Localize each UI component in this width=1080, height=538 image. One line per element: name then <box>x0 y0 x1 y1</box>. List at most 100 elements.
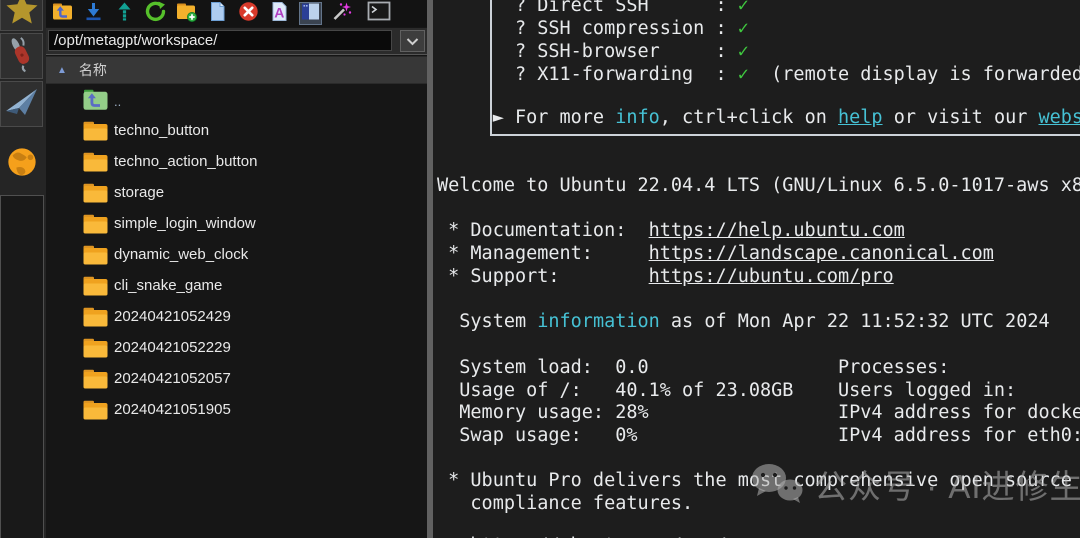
file-row-parent-dir[interactable]: .. <box>46 85 427 116</box>
terminal-line: ? X11-forwarding : ✓ (remote display is … <box>437 63 1080 86</box>
new-file-icon <box>207 1 228 27</box>
rename-button[interactable]: A <box>269 3 290 24</box>
upload-button[interactable] <box>114 3 135 24</box>
open-terminal-button[interactable] <box>368 3 389 24</box>
terminal-text: Welcome to Ubuntu 22.04.4 LTS (GNU/Linux… <box>437 175 1080 196</box>
terminal-text: ✓ <box>738 0 749 16</box>
file-list-header-name[interactable]: ▲ 名称 <box>46 56 427 84</box>
file-row[interactable]: 20240421052229 <box>46 333 427 364</box>
new-folder-button[interactable] <box>176 3 197 24</box>
delete-button[interactable] <box>238 3 259 24</box>
watermark: 公众号 · AI进修生 <box>749 460 1080 508</box>
globe-icon <box>6 146 38 183</box>
rename-icon: A <box>269 1 290 27</box>
terminal-link[interactable]: website <box>1039 107 1080 128</box>
refresh-button[interactable] <box>145 3 166 24</box>
terminal-text: Memory usage: 28% IPv4 address for docke… <box>437 402 1080 423</box>
file-row[interactable]: cli_snake_game <box>46 271 427 302</box>
terminal-link[interactable]: https://landscape.canonical.com <box>649 243 994 264</box>
terminal-text: ✓ <box>738 41 749 62</box>
path-bar <box>46 28 427 55</box>
terminal-text: Swap usage: 0% IPv4 address for eth0: <box>437 425 1080 446</box>
terminal-text: or visit our <box>883 107 1039 128</box>
terminal-link[interactable]: https://help.ubuntu.com <box>649 220 905 241</box>
file-row[interactable]: 20240421052429 <box>46 302 427 333</box>
sidebar-button-favorites[interactable] <box>0 0 43 31</box>
path-input[interactable] <box>48 30 392 51</box>
terminal-line: https://ubuntu.com/aws/pro <box>437 534 760 538</box>
file-name: 20240421052057 <box>114 370 231 387</box>
terminal-text: ► For more <box>437 107 615 128</box>
terminal-text: ? SSH compression : <box>437 18 738 39</box>
go-to-parent-folder-button[interactable] <box>52 3 73 24</box>
file-name: 20240421052429 <box>114 308 231 325</box>
wand-button[interactable] <box>331 3 352 24</box>
file-row[interactable]: simple_login_window <box>46 209 427 240</box>
star-icon <box>5 0 39 30</box>
terminal-line: System information as of Mon Apr 22 11:5… <box>437 310 1050 333</box>
file-name: techno_button <box>114 122 209 139</box>
paper-plane-icon <box>4 86 40 123</box>
file-name: dynamic_web_clock <box>114 246 248 263</box>
download-button[interactable] <box>83 3 104 24</box>
terminal-text: ? Direct SSH : <box>437 0 738 16</box>
terminal[interactable]: ? Direct SSH : ✓ ? SSH compression : ✓ ?… <box>433 0 1080 538</box>
folder-icon <box>82 398 109 422</box>
sort-ascending-icon: ▲ <box>57 65 67 76</box>
column-header-label: 名称 <box>79 60 107 80</box>
terminal-text: compliance features. <box>437 493 693 514</box>
split-view-button[interactable] <box>300 3 321 24</box>
folder-icon <box>82 212 109 236</box>
split-view-icon <box>300 1 321 27</box>
svg-text:A: A <box>274 4 284 20</box>
terminal-line: Swap usage: 0% IPv4 address for eth0: <box>437 424 1080 447</box>
terminal-text: , ctrl+click on <box>660 107 838 128</box>
file-row[interactable]: 20240421051905 <box>46 395 427 426</box>
file-row[interactable]: techno_action_button <box>46 147 427 178</box>
parent-folder-icon <box>82 88 109 112</box>
terminal-line: * Management: https://landscape.canonica… <box>437 242 994 265</box>
folder-icon <box>82 243 109 267</box>
path-dropdown-button[interactable] <box>400 30 425 52</box>
delete-icon <box>238 1 259 27</box>
file-name: storage <box>114 184 164 201</box>
terminal-line: ? Direct SSH : ✓ <box>437 0 749 17</box>
chevron-down-icon <box>406 37 419 46</box>
mobaxterm-window: A ▲ 名称 .. techno_button techno_action_butt… <box>0 0 1080 538</box>
terminal-link[interactable]: https://ubuntu.com/pro <box>649 266 894 287</box>
file-name: cli_snake_game <box>114 277 222 294</box>
sidebar-button-tools[interactable] <box>0 33 43 79</box>
file-row[interactable]: dynamic_web_clock <box>46 240 427 271</box>
folder-icon <box>82 367 109 391</box>
terminal-line: System load: 0.0 Processes: <box>437 356 949 379</box>
terminal-text: * Documentation: <box>437 220 649 241</box>
folder-icon <box>82 274 109 298</box>
file-row[interactable]: 20240421052057 <box>46 364 427 395</box>
terminal-line: ? SSH compression : ✓ <box>437 17 749 40</box>
file-row[interactable]: storage <box>46 178 427 209</box>
terminal-text: ? X11-forwarding : <box>437 64 738 85</box>
terminal-link[interactable]: help <box>838 107 883 128</box>
file-name: .. <box>114 94 121 109</box>
terminal-text: ? SSH-browser : <box>437 41 738 62</box>
sidebar <box>0 0 46 538</box>
new-file-button[interactable] <box>207 3 228 24</box>
terminal-text: (remote display is forwarded through SSH… <box>749 64 1080 85</box>
terminal-line: ? SSH-browser : ✓ <box>437 40 749 63</box>
terminal-line: Usage of /: 40.1% of 23.08GB Users logge… <box>437 379 1016 402</box>
terminal-line: * Documentation: https://help.ubuntu.com <box>437 219 905 242</box>
terminal-text: information <box>537 311 660 332</box>
file-name: simple_login_window <box>114 215 256 232</box>
terminal-text: Usage of /: 40.1% of 23.08GB Users logge… <box>437 380 1016 401</box>
swiss-knife-icon <box>5 35 39 78</box>
sftp-toolbar: A <box>46 0 427 27</box>
file-row[interactable]: techno_button <box>46 116 427 147</box>
sidebar-button-sessions[interactable] <box>0 142 43 186</box>
magic-wand-icon <box>331 1 352 27</box>
sidebar-button-macros[interactable] <box>0 81 43 127</box>
terminal-line: Memory usage: 28% IPv4 address for docke… <box>437 401 1080 424</box>
terminal-text: * Support: <box>437 266 649 287</box>
download-icon <box>83 1 104 27</box>
terminal-text: ✓ <box>738 64 749 85</box>
terminal-text: ✓ <box>738 18 749 39</box>
